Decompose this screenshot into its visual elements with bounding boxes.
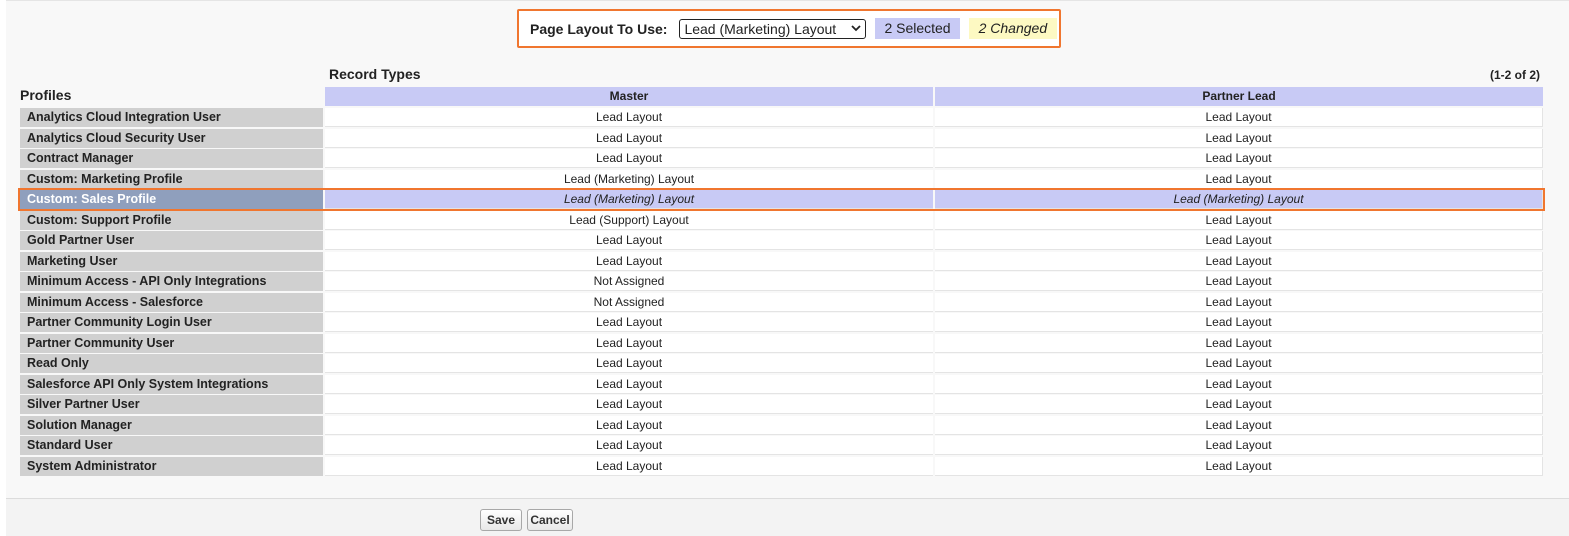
- master-layout-cell[interactable]: Lead Layout: [325, 333, 933, 353]
- profile-cell[interactable]: Read Only: [20, 354, 323, 373]
- master-layout-cell[interactable]: Lead Layout: [325, 128, 933, 148]
- table-row: Silver Partner User Lead Layout Lead Layou…: [20, 395, 1543, 414]
- button-footer: [6, 498, 1569, 536]
- page-layout-label: Page Layout To Use:: [530, 20, 668, 37]
- profile-cell[interactable]: Contract Manager: [20, 149, 323, 168]
- page-layout-bar: Page Layout To Use: Lead (Marketing) Lay…: [517, 9, 1061, 48]
- partner-lead-layout-cell[interactable]: Lead Layout: [935, 128, 1543, 148]
- profile-cell[interactable]: Minimum Access - API Only Integrations: [20, 272, 323, 291]
- column-header-partner-lead[interactable]: Partner Lead: [935, 87, 1543, 106]
- table-row: Custom: Sales Profile Lead (Marketing) La…: [18, 188, 1545, 211]
- partner-lead-layout-cell[interactable]: Lead Layout: [935, 231, 1543, 250]
- record-types-heading: Record Types: [329, 66, 421, 82]
- table-row: Solution Manager Lead Layout Lead Layout: [20, 415, 1543, 435]
- profile-cell[interactable]: Salesforce API Only System Integrations: [20, 374, 323, 394]
- master-layout-cell[interactable]: Lead Layout: [325, 251, 933, 271]
- master-layout-cell[interactable]: Lead Layout: [325, 313, 933, 332]
- table-row: Custom: Support Profile Lead (Support) La…: [20, 210, 1543, 230]
- master-layout-cell[interactable]: Lead (Marketing) Layout: [325, 169, 933, 189]
- master-layout-cell[interactable]: Lead (Marketing) Layout: [325, 190, 933, 209]
- chevron-down-icon: [851, 24, 862, 34]
- page-layout-select-value: Lead (Marketing) Layout: [684, 20, 837, 37]
- profile-cell[interactable]: Partner Community User: [20, 333, 323, 353]
- record-count: (1-2 of 2): [1489, 68, 1540, 82]
- table-row: Standard User Lead Layout Lead Layout: [20, 436, 1543, 455]
- profiles-heading: Profiles: [20, 87, 72, 103]
- table-row: System Administrator Lead Layout Lead Layo…: [20, 456, 1543, 476]
- profile-cell[interactable]: Solution Manager: [20, 415, 323, 435]
- master-layout-cell[interactable]: Lead Layout: [325, 436, 933, 455]
- master-layout-cell[interactable]: Lead Layout: [325, 149, 933, 168]
- table-row: Gold Partner User Lead Layout Lead Layout: [20, 231, 1543, 250]
- partner-lead-layout-cell[interactable]: Lead Layout: [935, 313, 1543, 332]
- profile-cell[interactable]: Custom: Marketing Profile: [20, 169, 323, 189]
- partner-lead-layout-cell[interactable]: Lead Layout: [935, 108, 1543, 127]
- table-row: Analytics Cloud Security User Lead Layout…: [20, 128, 1543, 148]
- table-row: Minimum Access - API Only Integrations No…: [20, 272, 1543, 291]
- master-layout-cell[interactable]: Lead Layout: [325, 374, 933, 394]
- partner-lead-layout-cell[interactable]: Lead Layout: [935, 456, 1543, 476]
- table-row: Minimum Access - Salesforce Not Assigned L…: [20, 292, 1543, 312]
- profile-cell[interactable]: Analytics Cloud Integration User: [20, 108, 323, 127]
- partner-lead-layout-cell[interactable]: Lead Layout: [935, 210, 1543, 230]
- partner-lead-layout-cell[interactable]: Lead (Marketing) Layout: [935, 190, 1543, 209]
- table-row: Partner Community User Lead Layout Lead La…: [20, 333, 1543, 353]
- master-layout-cell[interactable]: Not Assigned: [325, 272, 933, 291]
- master-layout-cell[interactable]: Lead Layout: [325, 354, 933, 373]
- partner-lead-layout-cell[interactable]: Lead Layout: [935, 395, 1543, 414]
- changed-count-badge: 2 Changed: [968, 18, 1058, 39]
- master-layout-cell[interactable]: Lead Layout: [325, 456, 933, 476]
- profile-cell[interactable]: Silver Partner User: [20, 395, 323, 414]
- cancel-button[interactable]: Cancel: [527, 509, 573, 531]
- master-layout-cell[interactable]: Lead Layout: [325, 395, 933, 414]
- table-row: Analytics Cloud Integration User Lead Lay…: [20, 108, 1543, 127]
- table-row: Salesforce API Only System Integrations L…: [20, 374, 1543, 394]
- table-row: Custom: Marketing Profile Lead (Marketing…: [20, 169, 1543, 189]
- profile-cell[interactable]: Partner Community Login User: [20, 313, 323, 332]
- page-layout-select[interactable]: Lead (Marketing) Layout: [679, 18, 867, 39]
- master-layout-cell[interactable]: Lead Layout: [325, 415, 933, 435]
- profile-cell[interactable]: Minimum Access - Salesforce: [20, 292, 323, 312]
- table-row: Partner Community Login User Lead Layout L…: [20, 313, 1543, 332]
- partner-lead-layout-cell[interactable]: Lead Layout: [935, 292, 1543, 312]
- master-layout-cell[interactable]: Not Assigned: [325, 292, 933, 312]
- profile-cell[interactable]: Gold Partner User: [20, 231, 323, 250]
- profile-cell[interactable]: Marketing User: [20, 251, 323, 271]
- profile-cell[interactable]: Custom: Support Profile: [20, 210, 323, 230]
- master-layout-cell[interactable]: Lead Layout: [325, 108, 933, 127]
- partner-lead-layout-cell[interactable]: Lead Layout: [935, 415, 1543, 435]
- master-layout-cell[interactable]: Lead (Support) Layout: [325, 210, 933, 230]
- profile-cell[interactable]: System Administrator: [20, 456, 323, 476]
- column-header-master[interactable]: Master: [325, 87, 933, 106]
- save-button[interactable]: Save: [480, 509, 522, 531]
- partner-lead-layout-cell[interactable]: Lead Layout: [935, 436, 1543, 455]
- profile-cell[interactable]: Analytics Cloud Security User: [20, 128, 323, 148]
- partner-lead-layout-cell[interactable]: Lead Layout: [935, 169, 1543, 189]
- partner-lead-layout-cell[interactable]: Lead Layout: [935, 374, 1543, 394]
- profile-cell[interactable]: Standard User: [20, 436, 323, 455]
- partner-lead-layout-cell[interactable]: Lead Layout: [935, 251, 1543, 271]
- partner-lead-layout-cell[interactable]: Lead Layout: [935, 333, 1543, 353]
- partner-lead-layout-cell[interactable]: Lead Layout: [935, 272, 1543, 291]
- table-row: Read Only Lead Layout Lead Layout: [20, 354, 1543, 373]
- profile-cell[interactable]: Custom: Sales Profile: [20, 190, 323, 209]
- master-layout-cell[interactable]: Lead Layout: [325, 231, 933, 250]
- table-row: Marketing User Lead Layout Lead Layout: [20, 251, 1543, 271]
- selected-count-badge: 2 Selected: [875, 18, 960, 39]
- table-row: Contract Manager Lead Layout Lead Layout: [20, 149, 1543, 168]
- partner-lead-layout-cell[interactable]: Lead Layout: [935, 149, 1543, 168]
- partner-lead-layout-cell[interactable]: Lead Layout: [935, 354, 1543, 373]
